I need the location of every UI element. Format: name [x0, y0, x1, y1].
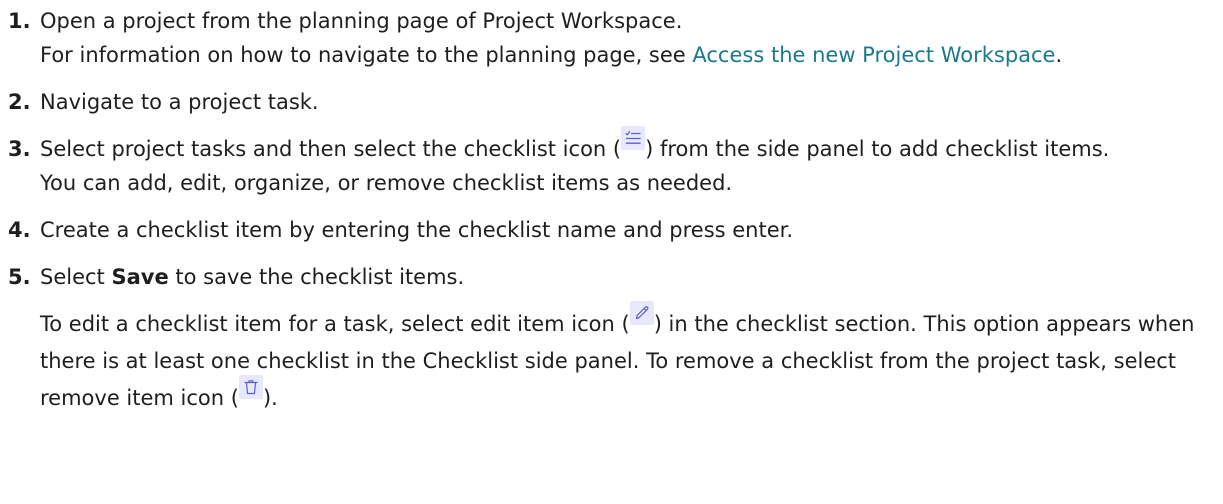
help-article: 1. Open a project from the planning page… [0, 0, 1223, 504]
step-text: Select project tasks and then select the… [40, 126, 1213, 166]
step-3: 3. Select project tasks and then select … [8, 126, 1213, 200]
info-end: . [1055, 43, 1063, 67]
access-project-workspace-link[interactable]: Access the new Project Workspace [692, 43, 1055, 67]
step-number: 1. [8, 9, 31, 33]
step-text-end: ) from the side panel to add checklist i… [645, 137, 1110, 161]
step-text: Navigate to a project task. [40, 90, 319, 114]
step-text: Select Save to save the checklist items. [40, 260, 1213, 294]
step-number: 3. [8, 137, 31, 161]
step-text-end: to save the checklist items. [168, 265, 465, 289]
pencil-icon [629, 301, 654, 325]
step-number: 2. [8, 90, 31, 114]
step-2: 2. Navigate to a project task. [8, 85, 1213, 119]
step-1: 1. Open a project from the planning page… [8, 4, 1213, 72]
note-text-end: ). [262, 386, 278, 410]
step-5: 5. Select Save to save the checklist ite… [8, 260, 1213, 417]
step-info-line: For information on how to navigate to th… [40, 38, 1213, 72]
info-text: For information on how to navigate to th… [40, 43, 693, 67]
step-text: Create a checklist item by entering the … [40, 218, 794, 242]
checklist-icon [621, 126, 646, 150]
note-text-start: To edit a checklist item for a task, sel… [40, 312, 630, 336]
trash-icon [238, 375, 263, 399]
step-number: 5. [8, 265, 31, 289]
step-4: 4. Create a checklist item by entering t… [8, 213, 1213, 247]
step-text-start: Select [40, 265, 112, 289]
save-label: Save [111, 265, 169, 289]
procedure-steps: 1. Open a project from the planning page… [8, 4, 1213, 417]
step-detail: You can add, edit, organize, or remove c… [40, 171, 733, 195]
step-number: 4. [8, 218, 31, 242]
step-text: Open a project from the planning page of… [40, 9, 683, 33]
step-note: To edit a checklist item for a task, sel… [40, 301, 1213, 417]
step-text-start: Select project tasks and then select the… [40, 137, 622, 161]
